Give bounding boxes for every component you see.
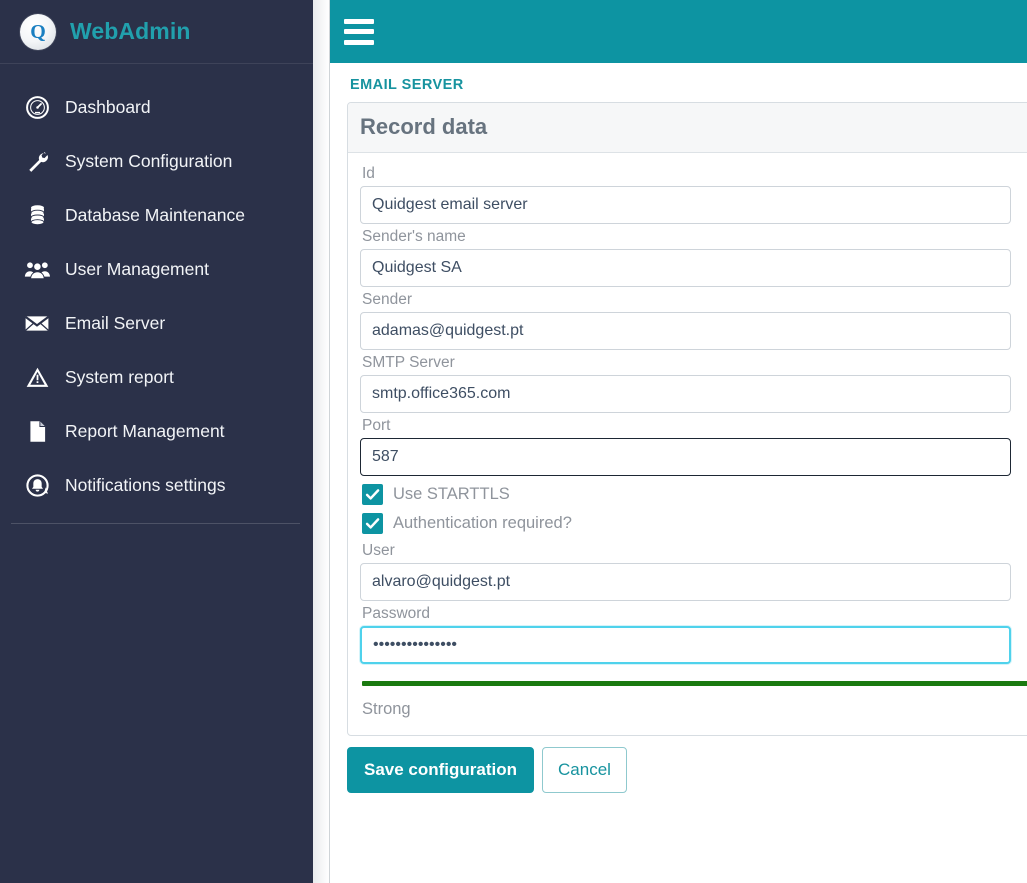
record-data-card: Record data Id Sender's name Sender SMTP… — [347, 102, 1027, 736]
brand-title: WebAdmin — [70, 18, 191, 44]
document-page-icon — [23, 417, 51, 445]
users-icon — [23, 255, 51, 283]
field-sender-name: Sender's name — [360, 228, 1027, 287]
sidebar-item-dashboard[interactable]: Dashboard — [0, 80, 313, 134]
sidebar-item-label: Dashboard — [65, 96, 151, 117]
page-title: Record data — [360, 114, 488, 139]
sidebar-item-label: User Management — [65, 258, 209, 279]
field-smtp-server: SMTP Server — [360, 354, 1027, 413]
sidebar-item-label: System report — [65, 366, 174, 387]
logo-letter: Q — [30, 20, 46, 43]
checkbox-label: Authentication required? — [393, 514, 572, 532]
app-window: Q WebAdmin Dashboard System Configuratio… — [0, 0, 1027, 883]
save-configuration-button[interactable]: Save configuration — [347, 747, 535, 793]
field-label: Id — [362, 165, 375, 182]
main-content: EMAIL SERVER Record data Id Sender's nam… — [330, 0, 1027, 883]
field-user: User — [360, 542, 1027, 601]
cancel-button[interactable]: Cancel — [542, 747, 627, 793]
sidebar-item-label: Notifications settings — [65, 474, 226, 495]
gauge-icon — [23, 93, 51, 121]
field-sender: Sender — [360, 291, 1027, 350]
wrench-icon — [23, 147, 51, 175]
field-label: SMTP Server — [362, 354, 455, 371]
sidebar-item-label: Email Server — [65, 312, 166, 333]
sidebar-divider — [11, 523, 300, 524]
authentication-required-checkbox[interactable]: Authentication required? — [360, 509, 1027, 538]
sidebar-item-email-server[interactable]: Email Server — [0, 296, 313, 350]
envelope-icon — [23, 309, 51, 337]
card-body: Id Sender's name Sender SMTP Server Port — [348, 153, 1027, 735]
user-input[interactable] — [360, 563, 1011, 601]
content-scrollbar[interactable] — [313, 0, 330, 883]
field-password: Password — [360, 605, 1027, 664]
sidebar-item-user-management[interactable]: User Management — [0, 242, 313, 296]
sidebar: Q WebAdmin Dashboard System Configuratio… — [0, 0, 313, 883]
password-input[interactable] — [360, 626, 1011, 664]
id-input[interactable] — [360, 186, 1011, 224]
checkmark-icon — [362, 484, 383, 505]
field-id: Id — [360, 165, 1027, 224]
q-logo-icon: Q — [20, 13, 56, 50]
sidebar-item-label: Report Management — [65, 420, 225, 441]
topbar — [330, 0, 1027, 63]
field-label: Sender's name — [362, 228, 466, 245]
card-header: Record data — [348, 103, 1027, 153]
password-strength-meter: Strong — [360, 668, 1027, 725]
field-label: Port — [362, 417, 391, 434]
checkbox-label: Use STARTTLS — [393, 485, 510, 503]
sidebar-item-system-configuration[interactable]: System Configuration — [0, 134, 313, 188]
sidebar-item-label: Database Maintenance — [65, 204, 245, 225]
hamburger-icon[interactable] — [344, 18, 374, 45]
field-port: Port — [360, 417, 1027, 476]
sidebar-nav: Dashboard System Configuration Database … — [0, 64, 313, 524]
sidebar-item-notifications-settings[interactable]: Notifications settings — [0, 458, 313, 512]
warning-triangle-icon — [23, 363, 51, 391]
port-input[interactable] — [360, 438, 1011, 476]
sidebar-item-report-management[interactable]: Report Management — [0, 404, 313, 458]
sidebar-item-system-report[interactable]: System report — [0, 350, 313, 404]
database-icon — [23, 201, 51, 229]
password-strength-label: Strong — [362, 700, 411, 718]
use-starttls-checkbox[interactable]: Use STARTTLS — [360, 480, 1027, 509]
sidebar-item-database-maintenance[interactable]: Database Maintenance — [0, 188, 313, 242]
sender-input[interactable] — [360, 312, 1011, 350]
field-label: User — [362, 542, 395, 559]
checkmark-icon — [362, 513, 383, 534]
brand-header[interactable]: Q WebAdmin — [0, 0, 313, 63]
field-label: Sender — [362, 291, 412, 308]
sidebar-item-label: System Configuration — [65, 150, 233, 171]
form-actions: Save configuration Cancel — [330, 736, 1027, 793]
field-label: Password — [362, 605, 431, 622]
sender-name-input[interactable] — [360, 249, 1011, 287]
smtp-server-input[interactable] — [360, 375, 1011, 413]
bell-circle-icon — [23, 471, 51, 499]
breadcrumb: EMAIL SERVER — [350, 77, 464, 93]
